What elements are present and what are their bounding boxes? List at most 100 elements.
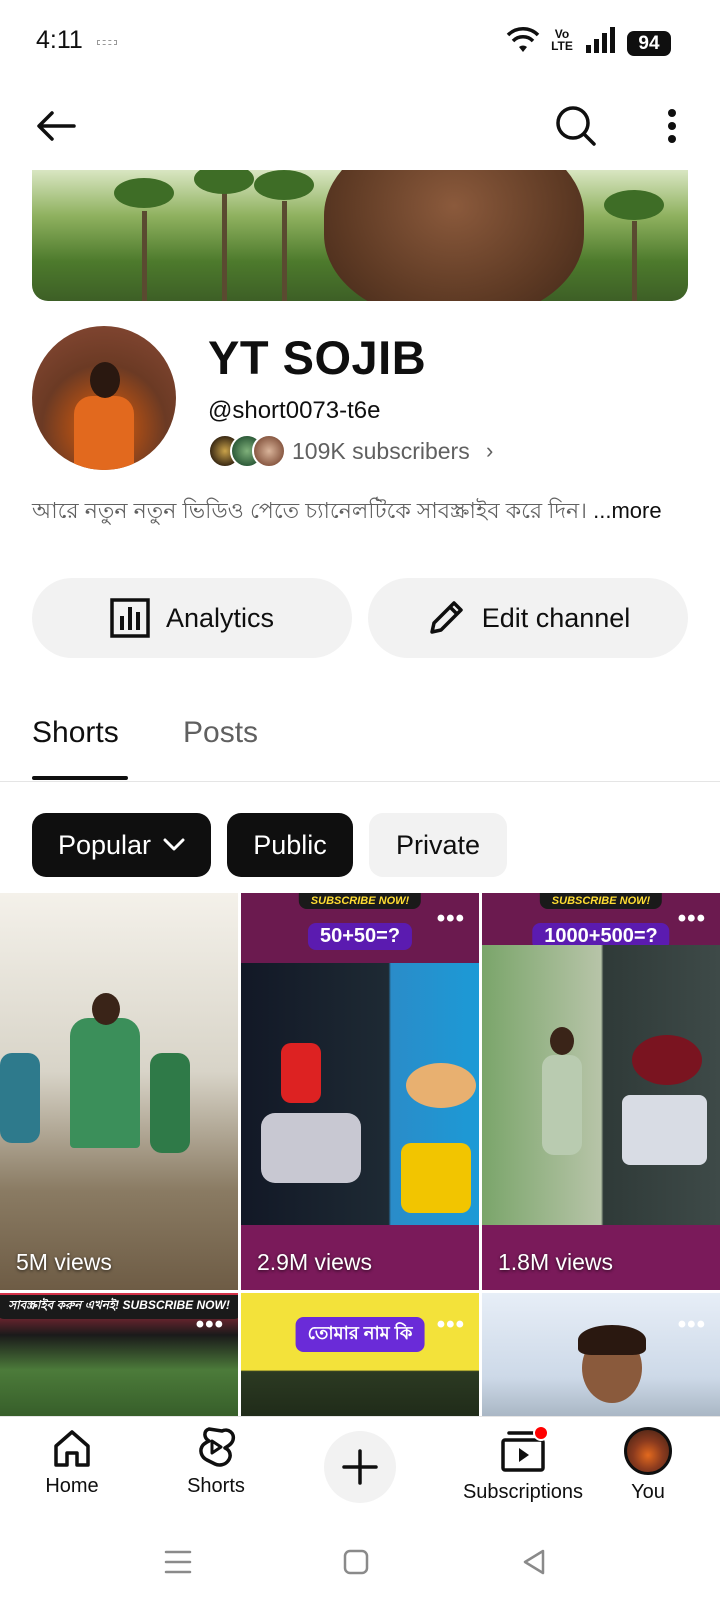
subscriptions-icon-wrap bbox=[499, 1425, 549, 1475]
tray-object bbox=[622, 1095, 707, 1165]
tab-shorts[interactable]: Shorts bbox=[32, 716, 119, 750]
short-thumbnail[interactable]: সাবস্ক্রাইব করুন এখনই! SUBSCRIBE NOW! ••… bbox=[0, 1293, 238, 1416]
home-system-button[interactable] bbox=[336, 1542, 376, 1582]
lighter-object bbox=[401, 1143, 471, 1213]
filter-public-chip[interactable]: Public bbox=[227, 813, 353, 877]
channel-name: YT SOJIB bbox=[208, 331, 427, 384]
plus-icon bbox=[342, 1449, 378, 1485]
banner-foliage bbox=[604, 190, 664, 220]
channel-banner[interactable] bbox=[32, 170, 688, 301]
avatar-figure bbox=[74, 396, 134, 470]
analytics-button[interactable]: Analytics bbox=[32, 578, 352, 658]
banner-tree bbox=[142, 211, 147, 301]
notification-dot bbox=[533, 1425, 549, 1441]
short-scene bbox=[482, 945, 720, 1225]
channel-handle: @short0073-t6e bbox=[208, 397, 381, 424]
figure-head bbox=[550, 1027, 574, 1055]
top-app-bar bbox=[0, 84, 720, 168]
short-views: 1.8M views bbox=[498, 1249, 614, 1275]
channel-avatar[interactable] bbox=[32, 326, 176, 470]
notification-icon bbox=[97, 40, 117, 45]
home-icon bbox=[54, 1430, 90, 1467]
nav-subscriptions-label: Subscriptions bbox=[462, 1481, 584, 1503]
search-icon bbox=[556, 106, 596, 146]
short-menu-button[interactable]: ••• bbox=[678, 905, 706, 933]
banner-tree bbox=[632, 221, 637, 301]
status-time: 4:11 bbox=[36, 26, 83, 54]
edit-channel-button[interactable]: Edit channel bbox=[368, 578, 688, 658]
status-bar: 4:11 Vo LTE 94 bbox=[0, 0, 720, 84]
bottom-navigation: Home Shorts Subscriptions You bbox=[0, 1416, 720, 1522]
shorts-icon bbox=[199, 1427, 236, 1467]
pencil-icon bbox=[429, 601, 463, 634]
nav-you[interactable]: You bbox=[588, 1427, 708, 1517]
short-banner: SUBSCRIBE NOW! bbox=[539, 893, 663, 909]
edit-channel-label: Edit channel bbox=[481, 602, 631, 633]
figure-head bbox=[92, 993, 120, 1025]
banner-foliage bbox=[194, 170, 254, 194]
back-button[interactable] bbox=[30, 100, 82, 152]
banner-foliage bbox=[254, 170, 314, 200]
create-button[interactable] bbox=[324, 1431, 396, 1503]
analytics-icon bbox=[110, 598, 150, 638]
search-button[interactable] bbox=[550, 100, 602, 152]
short-views: 5M views bbox=[16, 1249, 112, 1275]
chevron-right-icon[interactable]: › bbox=[486, 438, 493, 464]
more-link[interactable]: ...more bbox=[593, 498, 661, 523]
tab-posts[interactable]: Posts bbox=[183, 716, 258, 750]
banner-foliage bbox=[114, 178, 174, 208]
avatar-figure-head bbox=[90, 362, 120, 398]
nav-you-label: You bbox=[631, 1481, 665, 1503]
channel-description[interactable]: আরে নতুন নতুন ভিডিও পেতে চ্যানেলটিকে সাব… bbox=[32, 494, 672, 528]
more-options-button[interactable] bbox=[646, 100, 698, 152]
wifi-icon bbox=[506, 27, 540, 52]
shorts-grid: 5M views SUBSCRIBE NOW! 50+50=? ••• 2.9M… bbox=[0, 893, 720, 1416]
figure-hand bbox=[406, 1063, 476, 1108]
description-text: আরে নতুন নতুন ভিডিও পেতে চ্যানেলটিকে সাব… bbox=[32, 498, 588, 523]
short-thumbnail[interactable]: তোমার নাম কি ••• bbox=[241, 1293, 479, 1416]
short-thumbnail[interactable]: ••• bbox=[482, 1293, 720, 1416]
more-vertical-icon bbox=[668, 109, 676, 143]
back-system-button[interactable] bbox=[514, 1542, 554, 1582]
figure-woman bbox=[281, 1043, 321, 1103]
short-thumbnail[interactable]: SUBSCRIBE NOW! 1000+500=? ••• 1.8M views bbox=[482, 893, 720, 1290]
nav-shorts-label: Shorts bbox=[187, 1475, 245, 1497]
channel-tabs: Shorts Posts bbox=[0, 690, 720, 782]
short-thumbnail[interactable]: 5M views bbox=[0, 893, 238, 1290]
short-menu-button[interactable]: ••• bbox=[196, 1311, 224, 1339]
signal-icon bbox=[586, 27, 615, 53]
you-avatar bbox=[624, 1427, 672, 1475]
figure-student bbox=[0, 1053, 40, 1143]
battery-icon: 94 bbox=[627, 31, 671, 56]
short-menu-button[interactable]: ••• bbox=[437, 1311, 465, 1339]
chevron-down-icon bbox=[163, 838, 185, 851]
triangle-back-icon bbox=[523, 1549, 545, 1575]
nav-subscriptions[interactable]: Subscriptions bbox=[443, 1425, 603, 1517]
short-thumbnail[interactable]: SUBSCRIBE NOW! 50+50=? ••• 2.9M views bbox=[241, 893, 479, 1290]
short-banner: SUBSCRIBE NOW! bbox=[298, 893, 422, 909]
recents-button[interactable] bbox=[158, 1542, 198, 1582]
system-navigation-bar bbox=[0, 1522, 720, 1600]
figure-student bbox=[150, 1053, 190, 1153]
figure-student bbox=[70, 1018, 140, 1148]
subscriber-count[interactable]: 109K subscribers bbox=[292, 438, 470, 465]
chip-label: Public bbox=[253, 829, 327, 860]
short-menu-button[interactable]: ••• bbox=[678, 1311, 706, 1339]
chip-label: Popular bbox=[57, 829, 152, 860]
subscriber-avatar bbox=[252, 434, 286, 468]
chip-label: Private bbox=[395, 829, 481, 860]
nav-shorts[interactable]: Shorts bbox=[156, 1427, 276, 1517]
filter-private-chip[interactable]: Private bbox=[369, 813, 507, 877]
menu-icon bbox=[164, 1550, 192, 1574]
short-scene bbox=[241, 963, 479, 1225]
volte-icon: Vo LTE bbox=[551, 27, 573, 53]
short-title: 50+50=? bbox=[307, 923, 413, 950]
sort-popular-chip[interactable]: Popular bbox=[32, 813, 211, 877]
subscriber-avatars[interactable] bbox=[208, 434, 286, 470]
banner-tree bbox=[222, 191, 227, 301]
banner-face bbox=[324, 170, 584, 301]
analytics-label: Analytics bbox=[165, 602, 275, 633]
figure-girl bbox=[542, 1055, 582, 1155]
short-menu-button[interactable]: ••• bbox=[437, 905, 465, 933]
nav-home[interactable]: Home bbox=[12, 1427, 132, 1517]
